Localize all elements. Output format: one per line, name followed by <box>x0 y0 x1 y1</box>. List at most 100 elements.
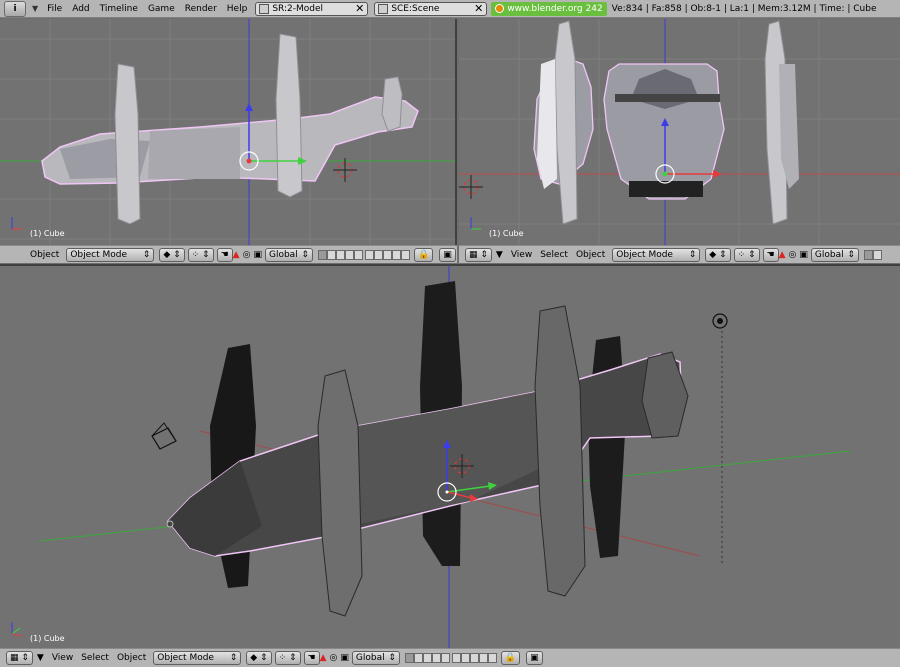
translate-manipulator-icon[interactable]: ▲ <box>233 250 240 260</box>
lamp-object[interactable] <box>712 313 728 566</box>
draw-type-select[interactable]: ◆ ⇕ <box>246 651 272 665</box>
viewport-perspective-header: ▦ ⇕ ▼ View Select Object Object Mode ⇕ ◆… <box>0 648 900 667</box>
rotate-manipulator-icon[interactable]: ◎ <box>243 250 251 260</box>
layer-button[interactable] <box>404 653 414 663</box>
camera-object[interactable] <box>151 422 177 450</box>
layer-button[interactable] <box>872 249 882 260</box>
viewport-front-canvas <box>0 19 455 245</box>
draw-type-select[interactable]: ◆ ⇕ <box>705 247 731 262</box>
layer-button[interactable] <box>460 653 470 663</box>
render-preview-button[interactable]: ▣ <box>439 247 456 262</box>
select-menu[interactable]: Select <box>536 250 572 260</box>
pivot-icon: ⁘ ⇕ <box>737 249 756 260</box>
rotate-manipulator-icon[interactable]: ◎ <box>789 250 797 260</box>
collapse-menu-triangle-icon[interactable]: ▼ <box>37 653 44 663</box>
layer-button[interactable] <box>326 249 336 260</box>
gizmo-x-arrow-icon <box>713 170 722 178</box>
menu-add[interactable]: Add <box>67 4 94 14</box>
layer-buttons[interactable] <box>863 249 882 260</box>
scene-browse-icon[interactable] <box>378 3 389 14</box>
pivot-select[interactable]: ⁘ ⇕ <box>274 651 301 665</box>
editor-type-select[interactable]: ▦ ⇕ <box>465 247 492 262</box>
layer-button[interactable] <box>400 249 410 260</box>
collapse-menu-triangle-icon[interactable]: ▼ <box>496 250 503 260</box>
manipulator-toggle[interactable]: ☚ <box>216 247 233 262</box>
layer-button[interactable] <box>391 249 401 260</box>
pivot-select[interactable]: ⁘ ⇕ <box>187 247 214 262</box>
screen-delete-icon[interactable]: ✕ <box>355 2 364 15</box>
screen-name[interactable]: SR:2-Model <box>272 4 353 14</box>
lock-icon: 🔒 <box>504 653 517 663</box>
orientation-select[interactable]: Global ⇕ <box>351 651 400 665</box>
window-type-info-icon[interactable]: i <box>4 0 26 17</box>
layer-button[interactable] <box>335 249 345 260</box>
menu-render[interactable]: Render <box>180 4 222 14</box>
viewport-front[interactable]: (1) Cube <box>0 19 457 245</box>
view-menu[interactable]: View <box>507 250 536 260</box>
layer-button[interactable] <box>478 653 488 663</box>
render-icon: ▣ <box>443 249 452 260</box>
spaceship-model[interactable] <box>166 281 689 617</box>
orientation-select[interactable]: Global ⇕ <box>810 247 859 262</box>
layer-buttons[interactable] <box>404 653 497 663</box>
viewport-perspective[interactable]: (1) Cube <box>0 264 900 648</box>
grid-editor-icon: ▦ ⇕ <box>469 249 488 260</box>
mode-select[interactable]: Object Mode ⇕ <box>66 247 155 262</box>
mode-select[interactable]: Object Mode ⇕ <box>612 247 701 262</box>
scale-manipulator-icon[interactable]: ▣ <box>340 653 349 663</box>
layer-button[interactable] <box>469 653 479 663</box>
menu-help[interactable]: Help <box>222 4 253 14</box>
scene-name[interactable]: SCE:Scene <box>391 4 472 14</box>
draw-type-select[interactable]: ◆ ⇕ <box>159 247 185 262</box>
spaceship-model[interactable] <box>41 33 419 225</box>
object-menu[interactable]: Object <box>113 653 150 663</box>
layer-button[interactable] <box>382 249 392 260</box>
menu-timeline[interactable]: Timeline <box>95 4 143 14</box>
menu-game[interactable]: Game <box>143 4 180 14</box>
mode-select[interactable]: Object Mode ⇕ <box>153 651 242 665</box>
viewport-side[interactable]: (1) Cube <box>459 19 900 245</box>
translate-manipulator-icon[interactable]: ▲ <box>779 250 786 260</box>
object-menu[interactable]: Object <box>572 250 609 260</box>
editor-type-select[interactable]: ▦ ⇕ <box>6 651 33 665</box>
translate-manipulator-icon[interactable]: ▲ <box>320 653 327 663</box>
layer-button[interactable] <box>487 653 497 663</box>
scale-manipulator-icon[interactable]: ▣ <box>799 250 808 260</box>
collapse-menu-triangle-icon[interactable]: ▼ <box>32 4 38 13</box>
menu-file[interactable]: File <box>42 4 67 14</box>
manipulator-toggle[interactable]: ☚ <box>303 651 320 665</box>
3d-cursor-icon[interactable] <box>459 175 483 199</box>
layer-button[interactable] <box>863 249 873 260</box>
layer-button[interactable] <box>431 653 441 663</box>
rotate-manipulator-icon[interactable]: ◎ <box>330 653 338 663</box>
layer-button[interactable] <box>344 249 354 260</box>
scale-manipulator-icon[interactable]: ▣ <box>253 250 262 260</box>
select-menu[interactable]: Select <box>77 653 113 663</box>
lock-layers-button[interactable]: 🔒 <box>500 651 521 665</box>
layer-button[interactable] <box>440 653 450 663</box>
orientation-select[interactable]: Global ⇕ <box>264 247 313 262</box>
pivot-select[interactable]: ⁘ ⇕ <box>733 247 760 262</box>
layer-button[interactable] <box>373 249 383 260</box>
scene-delete-icon[interactable]: ✕ <box>474 2 483 15</box>
layer-button[interactable] <box>317 249 327 260</box>
layer-button[interactable] <box>364 249 374 260</box>
view-menu[interactable]: View <box>48 653 77 663</box>
screen-selector[interactable]: SR:2-Model ✕ <box>255 1 369 16</box>
layer-button[interactable] <box>413 653 423 663</box>
layer-button[interactable] <box>353 249 363 260</box>
select-arrows-icon: ⇕ <box>301 249 309 260</box>
layer-button[interactable] <box>422 653 432 663</box>
object-menu[interactable]: Object <box>26 250 63 260</box>
render-preview-button[interactable]: ▣ <box>526 651 543 665</box>
3d-cursor-icon[interactable] <box>333 158 357 182</box>
manipulator-toggle[interactable]: ☚ <box>762 247 779 262</box>
right-fin <box>275 33 303 198</box>
layer-buttons[interactable] <box>317 249 410 260</box>
screen-browse-icon[interactable] <box>259 3 270 14</box>
layer-button[interactable] <box>451 653 461 663</box>
blender-url-badge[interactable]: www.blender.org 242 <box>491 1 607 16</box>
scene-selector[interactable]: SCE:Scene ✕ <box>374 1 488 16</box>
lock-layers-button[interactable]: 🔒 <box>413 247 434 262</box>
viewport-perspective-canvas <box>11 266 851 648</box>
